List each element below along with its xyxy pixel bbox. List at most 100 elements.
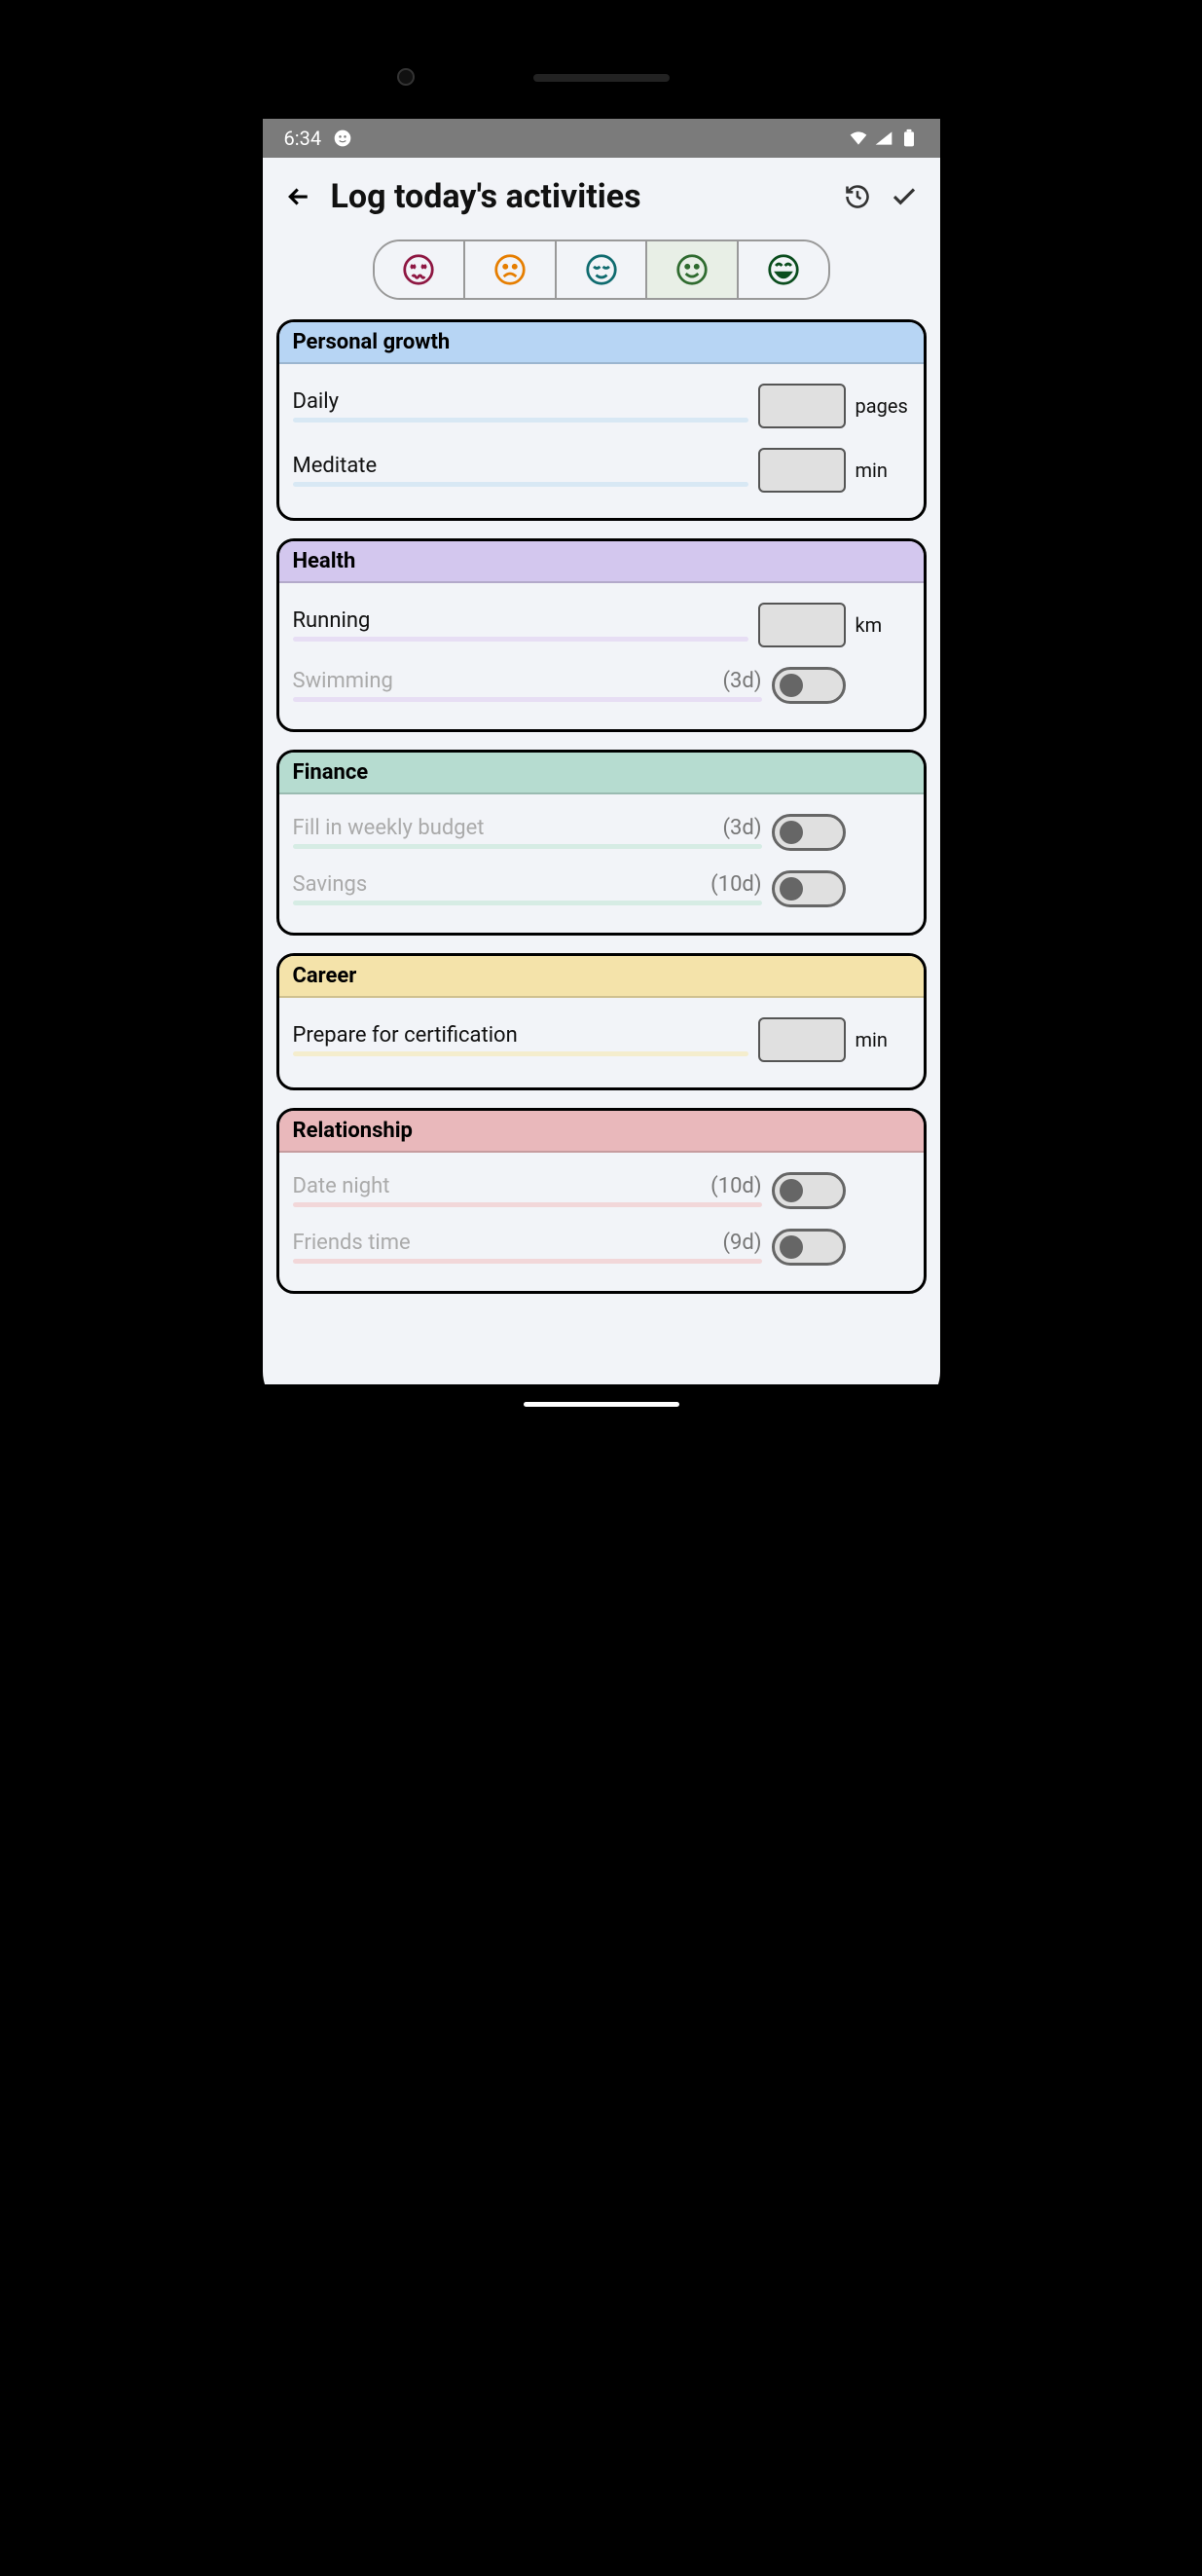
check-icon [890,182,919,211]
activity-unit: min [856,1028,910,1051]
phone-speaker [533,74,670,82]
activity-interval: (3d) [723,816,762,840]
phone-frame: 6:34 Log today's activities [241,39,962,1434]
activity-underline [293,637,748,642]
activity-label: Swimming [293,669,393,693]
spacer [856,821,910,844]
category-header: Relationship [279,1111,924,1153]
activity-row: Prepare for certification min [293,1008,910,1072]
status-app-icon [333,129,352,148]
activity-underline [293,844,762,849]
activity-underline [293,697,762,702]
activity-number-input[interactable] [758,384,846,428]
activity-unit: min [856,459,910,482]
activity-interval: (3d) [723,669,762,693]
activity-unit: pages [856,394,910,418]
battery-icon [899,129,919,148]
status-time: 6:34 [284,127,322,150]
arrow-left-icon [284,182,313,211]
activity-row: Friends time (9d) [293,1219,910,1275]
back-button[interactable] [284,182,313,211]
wifi-icon [849,129,868,148]
activity-interval: (10d) [710,872,761,897]
activity-label: Friends time [293,1231,411,1255]
category-card: Finance Fill in weekly budget (3d) Savings… [276,750,927,936]
activity-label: Running [293,608,371,633]
activity-label-block: Prepare for certification [293,1023,748,1056]
mood-option-3[interactable] [647,241,739,298]
activity-toggle[interactable] [772,814,846,851]
activity-label: Fill in weekly budget [293,816,485,840]
activity-label: Meditate [293,454,378,478]
activity-interval: (10d) [710,1174,761,1198]
category-body: Date night (10d) Friends time (9d) [279,1153,924,1291]
category-card: Health Running km Swimming (3d) [276,538,927,732]
activity-underline [293,482,748,487]
activity-label-block: Running [293,608,748,642]
confirm-button[interactable] [890,182,919,211]
history-button[interactable] [843,182,872,211]
activity-label-block: Daily [293,389,748,423]
history-icon [844,183,871,210]
category-header: Finance [279,753,924,794]
activity-row: Fill in weekly budget (3d) [293,804,910,861]
category-card: CareerPrepare for certificationmin [276,953,927,1090]
activity-number-input[interactable] [758,448,846,493]
activity-label: Savings [293,872,368,897]
signal-icon [874,129,893,148]
status-bar: 6:34 [263,119,940,158]
phone-inner: 6:34 Log today's activities [263,60,940,1413]
activity-underline [293,1051,748,1056]
toggle-knob [780,877,803,901]
spacer [856,1235,910,1259]
activity-row: Savings (10d) [293,861,910,917]
home-indicator [524,1402,679,1407]
activity-label-block: Fill in weekly budget (3d) [293,816,762,849]
toggle-knob [780,1179,803,1202]
category-body: Running km Swimming (3d) [279,583,924,729]
mood-option-1[interactable] [465,241,557,298]
activity-label: Date night [293,1174,390,1198]
toggle-knob [780,821,803,844]
activity-underline [293,1202,762,1207]
activity-interval: (9d) [723,1231,762,1255]
spacer [856,1179,910,1202]
activity-row: Date night (10d) [293,1162,910,1219]
activity-label-block: Savings (10d) [293,872,762,905]
activity-underline [293,418,748,423]
toggle-knob [780,674,803,697]
activity-number-input[interactable] [758,603,846,647]
activity-toggle[interactable] [772,1229,846,1266]
category-body: Fill in weekly budget (3d) Savings (10d) [279,794,924,933]
activity-label-block: Meditate [293,454,748,487]
activity-row: Daily pages [293,374,910,438]
activity-underline [293,901,762,905]
mood-option-2[interactable] [557,241,648,298]
category-body: Prepare for certification min [279,998,924,1087]
mood-selector [373,239,830,300]
activity-row: Swimming (3d) [293,657,910,714]
activity-number-input[interactable] [758,1017,846,1062]
category-card: Personal growth Daily pages Meditate min [276,319,927,521]
mood-option-0[interactable] [375,241,466,298]
activity-toggle[interactable] [772,870,846,907]
activity-row: Running km [293,593,910,657]
category-card: Relationship Date night (10d) Friends time… [276,1108,927,1294]
activity-row: Meditate min [293,438,910,502]
activity-unit: km [856,613,910,637]
activity-underline [293,1259,762,1264]
category-header: Health [279,541,924,583]
activity-toggle[interactable] [772,667,846,704]
activity-label: Prepare for certification [293,1023,518,1048]
app-header: Log today's activities [263,158,940,239]
app-screen: Log today's activities Personal growth Da… [263,158,940,1384]
spacer [856,674,910,697]
category-body: Daily pages Meditate min [279,364,924,518]
toggle-knob [780,1235,803,1259]
activity-toggle[interactable] [772,1172,846,1209]
activity-label-block: Date night (10d) [293,1174,762,1207]
mood-option-4[interactable] [739,241,828,298]
activity-label-block: Swimming (3d) [293,669,762,702]
activity-label: Daily [293,389,340,414]
category-header: Personal growth [279,322,924,364]
